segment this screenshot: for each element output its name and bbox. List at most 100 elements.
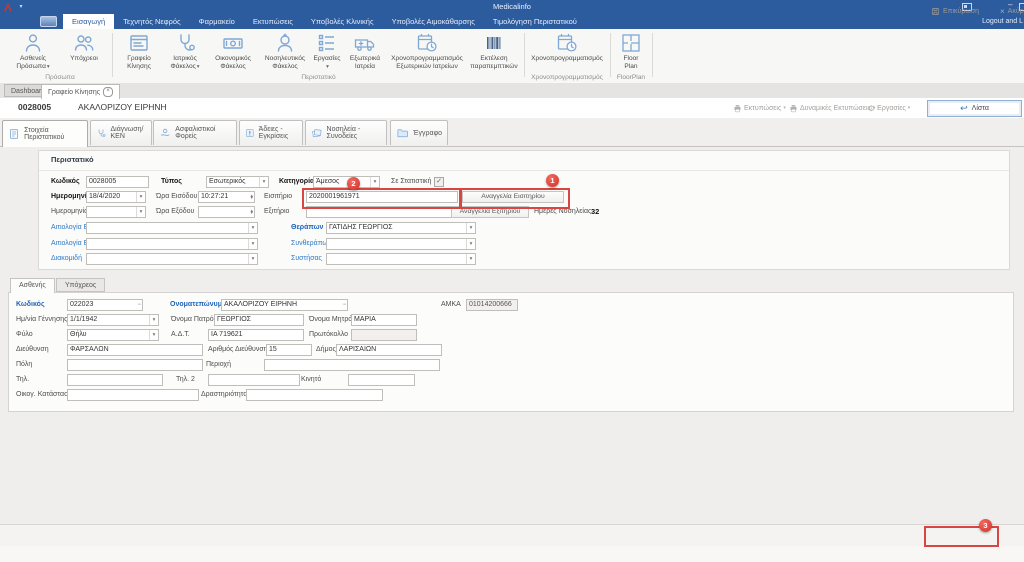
kodikos-input[interactable]: 0028005 xyxy=(86,176,149,188)
divider xyxy=(39,170,1009,171)
dynamic-print-button[interactable]: Δυναμικές Εκτυπώσεις xyxy=(789,102,875,114)
ribbon-button-liable-persons[interactable]: Υπόχρεοι xyxy=(60,31,108,73)
ribbon-button-kinisi-office[interactable]: Γραφείο Κίνησης xyxy=(116,31,162,73)
ora-exodou-input[interactable] xyxy=(198,206,255,218)
ribbon-group-caption: Πρόσωπα xyxy=(8,74,112,81)
close-tab-icon[interactable]: × xyxy=(103,87,113,97)
ribbon-button-clinic-scheduling[interactable]: Χρονοπρογραμματισμός Εξωτερικών Ιατρείων xyxy=(388,31,466,73)
patient-icon xyxy=(21,31,45,55)
tab-grafeio-kinisis[interactable]: Γραφείο Κίνησης × xyxy=(41,84,120,99)
incident-groupbox: Περιστατικό Κωδικός 0028005 Τύπος Εσωτερ… xyxy=(38,150,1010,270)
tab-stoixeia-peristatikou[interactable]: Στοιχεία Περιστατικού xyxy=(2,120,88,147)
menu-tab-ektyposeis[interactable]: Εκτυπώσεις xyxy=(244,14,302,29)
annotation-box-anaggelia xyxy=(459,188,570,209)
patient-kodikos-label[interactable]: Κωδικός xyxy=(16,299,45,311)
list-button[interactable]: ↩ Λίστα xyxy=(927,100,1022,117)
poli-label: Πόλη xyxy=(16,359,32,371)
ora-exodou-label: Ώρα Εξόδου xyxy=(156,206,194,218)
drastiriotita-input[interactable] xyxy=(246,389,383,401)
fylo-select[interactable]: Θήλυ xyxy=(67,329,159,341)
aitiologia-exodou-select[interactable] xyxy=(86,238,258,250)
onomateponymo-label[interactable]: Ονοματεπώνυμο xyxy=(170,299,226,311)
arithmos-label: Αριθμός Διεύθυνσης xyxy=(208,344,271,356)
stethoscope-icon xyxy=(173,31,197,55)
eisitirio-label: Εισιτήριο xyxy=(264,191,292,203)
diakomidi-label[interactable]: Διακομιδή xyxy=(51,253,82,265)
ribbon-button-outpatient-clinics[interactable]: Εξωτερικά Ιατρεία xyxy=(343,31,387,73)
protokollo-input[interactable] xyxy=(351,329,417,341)
application-menu-icon[interactable] xyxy=(40,16,57,27)
exitirio-label: Εξιτήριο xyxy=(264,206,289,218)
ribbon-button-patients[interactable]: Ασθενείς Πρόσωπα xyxy=(8,31,58,73)
onomateponymo-input[interactable]: ΑΚΑΛΟΡΙΖΟΥ ΕΙΡΗΝΗ xyxy=(221,299,348,311)
onoma-patros-label: Όνομα Πατρός xyxy=(171,314,217,326)
diakomidi-select[interactable] xyxy=(86,253,258,265)
ribbon-button-nursing-record[interactable]: Νοσηλευτικός Φάκελος xyxy=(259,31,311,73)
print-button[interactable]: Εκτυπώσεις xyxy=(733,102,786,114)
patient-header: 0028005 ΑΚΑΛΟΡΙΖΟΥ ΕΙΡΗΝΗ Εκτυπώσεις Δυν… xyxy=(0,98,1024,118)
ribbon-button-referral-execution[interactable]: Εκτέλεση παραπεμπτικών xyxy=(467,31,521,73)
typos-select[interactable]: Εσωτερικός xyxy=(206,176,269,188)
tasks-button[interactable]: ⚙ Εργασίες xyxy=(868,102,910,114)
menu-tab-ypovoles-klinikis[interactable]: Υποβολές Κλινικής xyxy=(302,14,383,29)
systisas-label[interactable]: Συστήσας xyxy=(291,253,322,265)
dieuthinsi-label: Διεύθυνση xyxy=(16,344,49,356)
adt-input[interactable]: ΙΑ 719621 xyxy=(208,329,304,341)
ribbon-button-scheduling[interactable]: Χρονοπρογραμματισμός xyxy=(527,31,607,73)
confirm-button[interactable]: Επικύρωση xyxy=(931,4,979,18)
amka-input[interactable]: 01014200666 xyxy=(466,299,518,311)
poli-input[interactable] xyxy=(67,359,203,371)
ribbon-separator xyxy=(112,33,113,77)
tab-diagnosi-ken[interactable]: Διάγνωση/ΚΕΝ xyxy=(90,120,152,145)
dropdown-arrow-icon xyxy=(325,63,329,70)
tab-adeies-egkriseis[interactable]: Άδειες - Εγκρίσεις xyxy=(239,120,303,145)
tab-asthenis[interactable]: Ασθενής xyxy=(10,278,55,293)
document-tab-bar: Dashboard Γραφείο Κίνησης × xyxy=(0,83,1024,99)
x-icon: × xyxy=(1000,7,1005,16)
kinito-input[interactable] xyxy=(348,374,415,386)
therapon-label[interactable]: Θεράπων xyxy=(291,222,323,234)
menu-tab-ypovoles-aimokatharsis[interactable]: Υποβολές Αιμοκάθαρσης xyxy=(383,14,484,29)
tab-eggrafo[interactable]: Έγγραφο xyxy=(390,120,448,145)
eisodos-date-input[interactable]: 18/4/2020 xyxy=(86,191,146,203)
ribbon-button-financial-record[interactable]: Οικονομικός Φάκελος xyxy=(208,31,258,73)
printer-icon xyxy=(733,104,742,113)
menu-tab-timologisi[interactable]: Τιμολόγηση Περιστατικού xyxy=(484,14,586,29)
perioxi-input[interactable] xyxy=(264,359,440,371)
ribbon-button-medical-record[interactable]: Ιατρικός Φάκελος xyxy=(163,31,207,73)
tab-ypoxreos[interactable]: Υπόχρεος xyxy=(56,278,105,292)
menu-tab-farmakeio[interactable]: Φαρμακείο xyxy=(190,14,244,29)
aitiologia-eisodou-select[interactable] xyxy=(86,222,258,234)
syntherapon-select[interactable] xyxy=(326,238,476,250)
dieuthinsi-input[interactable]: ΦΑΡΣΑΛΩΝ xyxy=(67,344,203,356)
dimos-input[interactable]: ΛΑΡΙΣΑΙΩΝ xyxy=(336,344,442,356)
menu-tab-eisagogi[interactable]: Εισαγωγή xyxy=(63,14,114,29)
tab-nosileia-synodeies[interactable]: Νοσηλεία - Συνοδείες xyxy=(305,120,387,145)
therapon-select[interactable]: ΓΑΤΙΔΗΣ ΓΕΩΡΓΙΟΣ xyxy=(326,222,476,234)
ribbon-button-floor-plan[interactable]: Floor Plan xyxy=(613,31,649,73)
tab-asfalistikoi-foreis[interactable]: Ασφαλιστικοί Φορείς xyxy=(153,120,237,145)
arithmos-input[interactable]: 15 xyxy=(266,344,312,356)
systisas-select[interactable] xyxy=(326,253,476,265)
groupbox-title: Περιστατικό xyxy=(51,155,94,164)
exodos-date-input[interactable] xyxy=(86,206,146,218)
perioxi-label: Περιοχή xyxy=(206,359,231,371)
back-arrow-icon: ↩ xyxy=(960,104,968,113)
oikog-katastasi-input[interactable] xyxy=(67,389,199,401)
menu-tab-texnitos-nefros[interactable]: Τεχνητός Νεφρός xyxy=(114,14,189,29)
menu-bar: Εισαγωγή Τεχνητός Νεφρός Φαρμακείο Εκτυπ… xyxy=(0,14,1024,29)
til2-input[interactable] xyxy=(208,374,300,386)
patient-kodikos-input[interactable]: 022023 xyxy=(67,299,143,311)
gennisi-input[interactable]: 1/1/1942 xyxy=(67,314,159,326)
statistiki-checkbox[interactable]: ✓ xyxy=(434,177,444,187)
stethoscope-icon xyxy=(96,126,107,140)
til-input[interactable] xyxy=(67,374,163,386)
onoma-mitros-input[interactable]: ΜΑΡΙΑ xyxy=(351,314,417,326)
ora-eisodou-input[interactable]: 10:27:21 xyxy=(198,191,255,203)
onoma-patros-input[interactable]: ΓΕΩΡΓΙΟΣ xyxy=(214,314,304,326)
folder-icon xyxy=(396,126,409,140)
ambulance-icon xyxy=(353,31,377,55)
ribbon-button-tasks[interactable]: Εργασίες xyxy=(312,31,342,73)
ribbon-separator xyxy=(652,33,653,77)
cancel-button[interactable]: × Ακύρωση xyxy=(1000,4,1024,18)
